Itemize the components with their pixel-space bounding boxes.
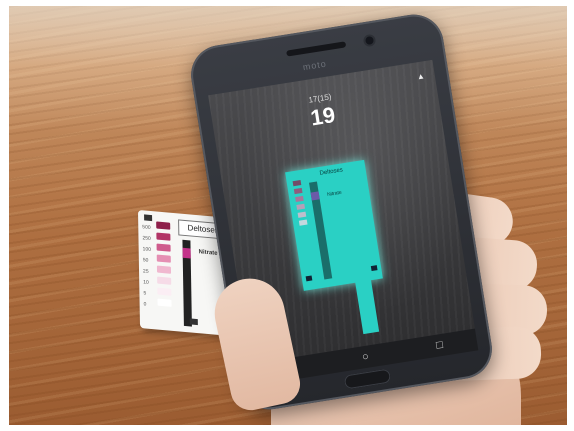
- card-scale-mark: 250: [142, 235, 151, 243]
- card-scale-mark: 0: [143, 301, 147, 308]
- card-color-pad: [156, 254, 171, 263]
- ar-color-pads: [292, 180, 308, 229]
- card-stick-pad: [182, 247, 191, 259]
- ar-color-pad: [293, 187, 303, 195]
- ar-title: Deltoses: [319, 167, 344, 177]
- phone-speaker: [286, 41, 347, 57]
- ar-corner-marker: [370, 265, 378, 272]
- home-button[interactable]: ○: [361, 351, 369, 364]
- card-color-pad: [156, 265, 172, 274]
- card-scale-mark: 5: [143, 290, 147, 297]
- ar-color-pad: [292, 180, 302, 187]
- photo-scene: 500 250 100 50 25 10 5 0 Deltoses Nitrat…: [9, 6, 567, 425]
- recents-button[interactable]: □: [435, 339, 443, 352]
- ar-color-pad: [298, 219, 308, 226]
- card-scale-mark: 500: [142, 224, 151, 231]
- card-scale-mark: 100: [142, 246, 152, 254]
- ar-stick-pad: [310, 191, 320, 201]
- card-color-pad: [157, 287, 172, 296]
- card-color-pads: [156, 221, 172, 310]
- timer-value: 19: [308, 101, 337, 131]
- card-scale-mark: 10: [143, 279, 149, 286]
- fingerprint-sensor[interactable]: [343, 368, 392, 390]
- card-scale: 500 250 100 50 25 10 5 0: [142, 222, 152, 311]
- ar-color-pad: [297, 211, 307, 218]
- ar-color-pad: [295, 195, 304, 203]
- card-color-pad: [156, 232, 171, 241]
- card-corner-marker: [189, 318, 198, 326]
- card-color-pad: [157, 298, 172, 307]
- card-scale-mark: 25: [142, 268, 149, 275]
- card-color-pad: [157, 276, 172, 285]
- ar-color-pad: [296, 203, 306, 210]
- card-corner-marker: [144, 214, 153, 222]
- card-color-pad: [156, 243, 171, 252]
- battery-icon: ▲: [416, 71, 426, 82]
- ar-corner-marker: [305, 275, 313, 282]
- card-subtitle: Nitrate: [198, 249, 218, 257]
- card-color-pad: [156, 221, 171, 230]
- card-scale-mark: 50: [142, 257, 149, 264]
- front-camera-icon: [364, 35, 375, 46]
- ar-subtitle: Nitrate: [326, 189, 343, 198]
- phone-brand: moto: [302, 58, 328, 73]
